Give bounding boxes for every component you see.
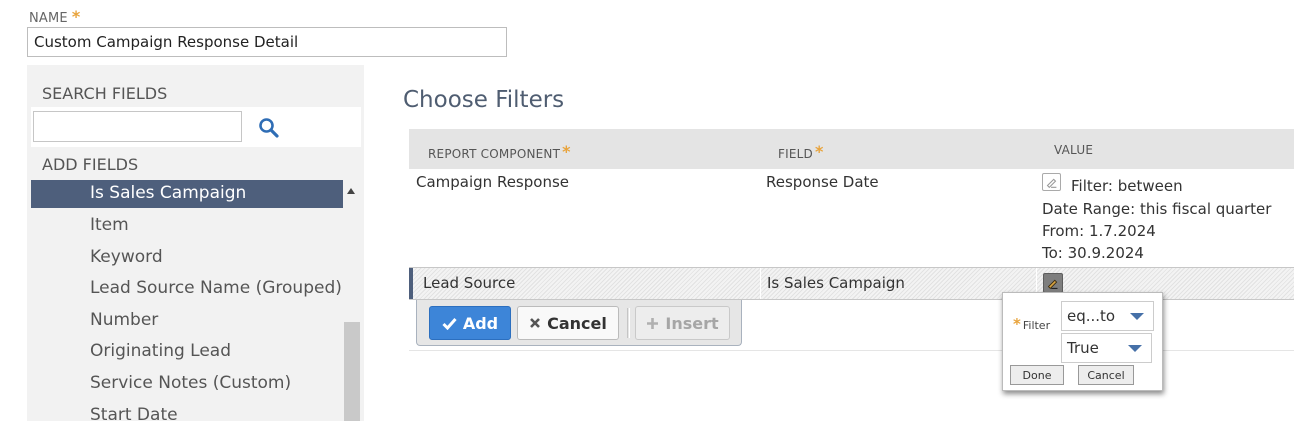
chevron-down-icon [1128, 345, 1142, 352]
cancel-button[interactable]: Cancel [517, 306, 619, 340]
add-button[interactable]: Add [429, 306, 511, 340]
edit-icon[interactable] [1042, 173, 1061, 191]
popup-cancel-button[interactable]: Cancel [1078, 365, 1134, 385]
filter-value-select[interactable]: True [1061, 333, 1152, 363]
checkmark-icon [442, 317, 457, 330]
value-from: From: 1.7.2024 [1042, 222, 1156, 240]
name-label: NAME * [29, 7, 81, 26]
value-filter: Filter: between [1071, 177, 1183, 195]
field-item-keyword[interactable]: Keyword [31, 243, 343, 275]
scroll-thumb[interactable] [344, 322, 360, 421]
done-button[interactable]: Done [1010, 365, 1064, 385]
search-row [31, 107, 361, 147]
column-header-field: FIELD * [778, 142, 824, 161]
filter-operator-select[interactable]: eq...to [1061, 301, 1154, 331]
field-item-is-sales-campaign[interactable]: Is Sales Campaign [31, 180, 343, 208]
edit-icon[interactable] [1043, 273, 1063, 293]
field-item-service-notes[interactable]: Service Notes (Custom) [31, 369, 343, 401]
field-picker-panel: SEARCH FIELDS ADD FIELDS Is Sales Campai… [27, 65, 364, 421]
cell-report-component[interactable]: Lead Source [423, 274, 515, 292]
cell-report-component: Campaign Response [416, 173, 569, 191]
filter-popup: * Filter eq...to True Done Cancel [1002, 292, 1163, 391]
field-item-start-date[interactable]: Start Date [31, 401, 343, 421]
field-item-lead-source-name[interactable]: Lead Source Name (Grouped) [31, 274, 343, 306]
field-list-scrollbar[interactable] [343, 180, 360, 421]
search-input[interactable] [33, 111, 242, 142]
row-edit-marker [409, 268, 413, 299]
add-fields-label: ADD FIELDS [42, 155, 139, 174]
name-input[interactable] [27, 27, 507, 57]
insert-button[interactable]: Insert [635, 306, 730, 340]
chevron-down-icon [1130, 313, 1144, 320]
field-item-number[interactable]: Number [31, 306, 343, 338]
plus-icon [647, 317, 659, 329]
cell-field: Response Date [766, 173, 879, 191]
field-list: Is Sales Campaign Item Keyword Lead Sour… [31, 180, 343, 421]
scroll-up-icon[interactable] [347, 188, 355, 194]
field-item-originating-lead[interactable]: Originating Lead [31, 337, 343, 369]
required-star: * [71, 7, 81, 26]
cell-divider [760, 268, 761, 299]
value-to: To: 30.9.2024 [1042, 244, 1144, 262]
filter-label: * Filter [1013, 315, 1051, 333]
field-item-item[interactable]: Item [31, 211, 343, 243]
toolbar-divider [627, 308, 630, 338]
column-header-report-component: REPORT COMPONENT * [428, 142, 571, 161]
cell-field[interactable]: Is Sales Campaign [767, 274, 905, 292]
x-icon [530, 318, 541, 328]
page-title: Choose Filters [403, 87, 565, 113]
value-date-range: Date Range: this fiscal quarter [1042, 200, 1272, 218]
search-fields-label: SEARCH FIELDS [42, 84, 168, 103]
row-edit-toolbar: Add Cancel Insert [416, 300, 742, 346]
column-header-value: VALUE [1054, 143, 1094, 157]
search-icon[interactable] [258, 117, 280, 139]
table-header: REPORT COMPONENT * FIELD * VALUE [409, 129, 1294, 169]
